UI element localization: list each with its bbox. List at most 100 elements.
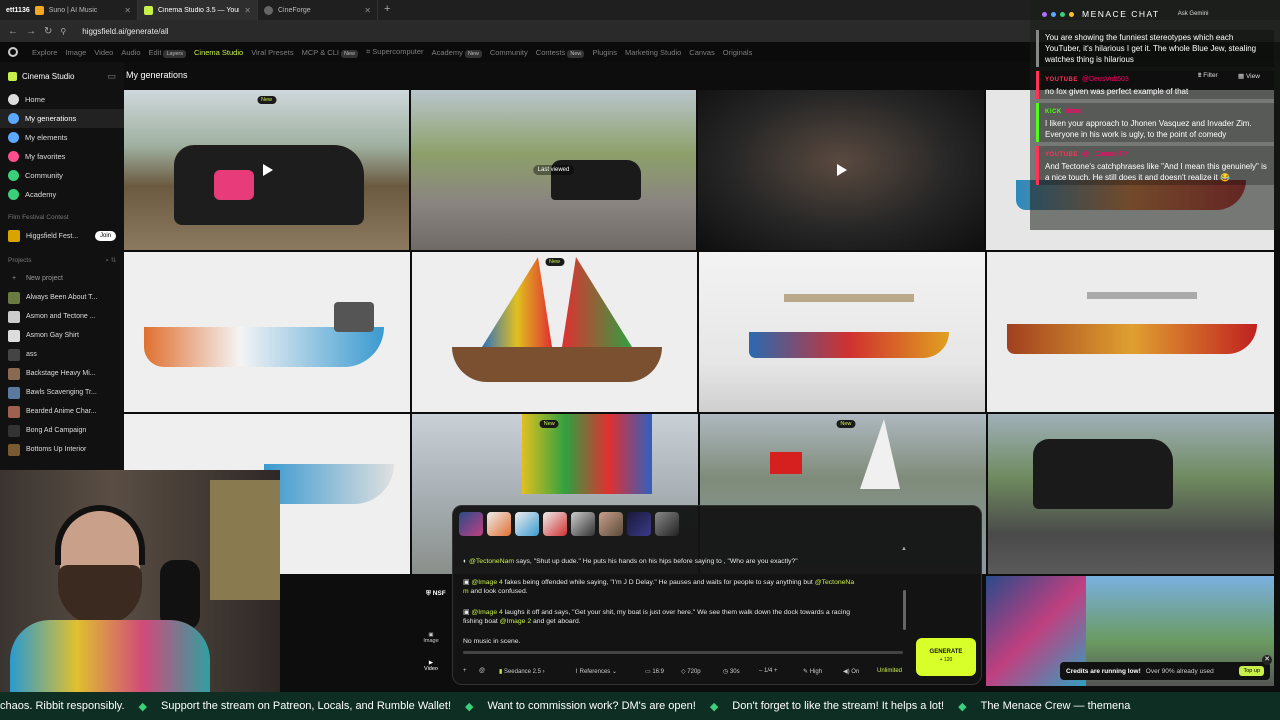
scroll-up-icon[interactable]: ▲ [901,546,907,552]
tab-cineforge[interactable]: CineForge ✕ [258,0,378,20]
generation-tile[interactable] [124,252,410,412]
prompt-line[interactable]: ◐ @TectoneNam says, "Shut up dude." He p… [463,558,798,565]
project-item[interactable]: Bong Ad Campaign [0,421,124,440]
video-mode-button[interactable]: ▶ Video [421,660,441,672]
mention-tag[interactable]: @TectoneNa [815,579,854,586]
resolution-selector[interactable]: ◇ 720p [681,668,701,675]
generation-tile[interactable]: New [412,252,697,412]
generation-tile[interactable]: Last viewed [411,90,696,250]
reference-thumbnail[interactable] [655,512,679,536]
reference-thumbnail[interactable] [459,512,483,536]
nav-cinema-studio[interactable]: Cinema Studio [194,48,243,57]
view-button[interactable]: ▦ View [1238,72,1260,80]
nav-video[interactable]: Video [94,48,113,57]
generation-tile[interactable] [988,414,1274,574]
project-item[interactable]: Always Been About T... [0,288,124,307]
quality-selector[interactable]: ✎ High [803,668,822,675]
add-button[interactable]: + [463,668,467,674]
nav-supercomputer[interactable]: ⌗ Supercomputer [366,47,424,57]
project-item[interactable]: Backstage Heavy Mi... [0,364,124,383]
nav-contests[interactable]: Contests New [536,48,585,58]
tab-cinema-studio[interactable]: Cinema Studio 3.5 — Your AI Dir ✕ [138,0,258,20]
nav-canvas[interactable]: Canvas [689,48,714,57]
reference-thumbnail[interactable] [543,512,567,536]
close-tab-icon[interactable]: ✕ [124,6,131,15]
back-icon[interactable]: ← [8,26,18,37]
sidebar-item-home[interactable]: Home [0,90,124,109]
reference-thumbnail[interactable] [599,512,623,536]
forward-icon[interactable]: → [26,26,36,37]
prompt-line[interactable]: fishing boat @Image 2 and get aboard. [463,618,581,625]
reload-icon[interactable]: ↻ [44,26,52,37]
search-projects-icon[interactable]: ⌕ ⇅ [105,257,116,265]
close-tab-icon[interactable]: ✕ [244,6,251,15]
duration-selector[interactable]: ◷ 30s [723,668,740,675]
references-dropdown[interactable]: ⌇ References ⌄ [575,668,617,675]
prompt-line[interactable]: ▣ @Image 4 laughs it off and says, "Get … [463,608,850,616]
ask-gemini-button[interactable]: Ask Gemini [1178,11,1209,17]
nav-audio[interactable]: Audio [121,48,140,57]
prompt-line[interactable]: ▣ @Image 4 fakes being offended while sa… [463,578,854,586]
reference-thumbnail[interactable] [627,512,651,536]
nav-originals[interactable]: Originals [723,48,753,57]
tab-suno[interactable]: ett1136 Suno | AI Music ✕ [0,0,138,20]
close-toast-icon[interactable]: ✕ [1262,655,1272,665]
nav-academy[interactable]: Academy New [432,48,482,58]
mention-button[interactable]: @ [479,668,485,674]
site-info-icon[interactable]: ⚲ [60,27,66,36]
sidebar-item-academy[interactable]: Academy [0,185,124,204]
prompt-line[interactable]: m and look confused. [463,588,528,595]
generation-tile[interactable] [987,252,1274,412]
festival-item[interactable]: Higgsfield Fest... Join [0,225,124,247]
mention-tag[interactable]: @TectoneNam [469,558,514,565]
nav-image[interactable]: Image [65,48,86,57]
nav-explore[interactable]: Explore [32,48,57,57]
generation-tile[interactable] [699,252,985,412]
reference-thumbnail[interactable] [515,512,539,536]
mention-tag[interactable]: @Image 4 [471,579,502,586]
close-tab-icon[interactable]: ✕ [364,6,371,15]
nav-viral-presets[interactable]: Viral Presets [251,48,293,57]
mention-tag[interactable]: @Image 4 [471,609,502,616]
collapse-sidebar-icon[interactable]: ▭ [107,71,116,82]
project-item[interactable]: Bearded Anime Char... [0,402,124,421]
count-stepper[interactable]: – 1/4 + [759,668,778,674]
nav-mcp-cli[interactable]: MCP & CLI New [302,48,358,58]
new-tab-icon[interactable]: + [378,0,396,20]
project-item[interactable]: Asmon and Tectone ... [0,307,124,326]
audio-toggle[interactable]: ◀) On [843,668,859,675]
sidebar-item-community[interactable]: Community [0,166,124,185]
sidebar-item-my-generations[interactable]: My generations [0,109,124,128]
project-item[interactable]: Asmon Gay Shirt [0,326,124,345]
play-icon[interactable] [837,164,847,176]
aspect-ratio-selector[interactable]: ▭ 16:9 [645,668,664,675]
nav-marketing-studio[interactable]: Marketing Studio [625,48,681,57]
reference-thumbnail[interactable] [487,512,511,536]
generate-button[interactable]: GENERATE + 120 [916,638,976,676]
image-mode-button[interactable]: ▣ Image [421,632,441,644]
new-project-button[interactable]: + New project [0,269,124,288]
join-button[interactable]: Join [94,231,116,241]
nav-plugins[interactable]: Plugins [592,48,617,57]
play-icon[interactable] [262,164,273,176]
generation-tile[interactable] [698,90,984,250]
top-up-button[interactable]: Top up [1239,666,1264,676]
prompt-scrollbar[interactable] [903,590,906,630]
unlimited-toggle[interactable]: Unlimited [877,668,902,674]
prompt-line[interactable]: No music in scene. [463,638,520,645]
generation-tile[interactable]: New [124,90,409,250]
project-item[interactable]: ass [0,345,124,364]
sidebar-item-my-favorites[interactable]: My favorites [0,147,124,166]
higgsfield-logo-icon[interactable] [8,47,18,57]
sidebar-item-my-elements[interactable]: My elements [0,128,124,147]
url-text[interactable]: higgsfield.ai/generate/all [82,27,168,36]
project-item[interactable]: Bawls Scavenging Tr... [0,383,124,402]
nsfw-toggle[interactable]: ⛨ NSF [426,590,446,598]
filter-button[interactable]: ⩩ Filter [1198,72,1218,80]
nav-community[interactable]: Community [490,48,528,57]
nav-edit[interactable]: Edit Layers [149,48,186,58]
mention-tag[interactable]: @Image 2 [500,618,531,625]
model-selector[interactable]: ▮ Seedance 2.5 › [499,668,545,675]
project-item[interactable]: Bottoms Up Interior [0,440,124,459]
reference-thumbnail[interactable] [571,512,595,536]
